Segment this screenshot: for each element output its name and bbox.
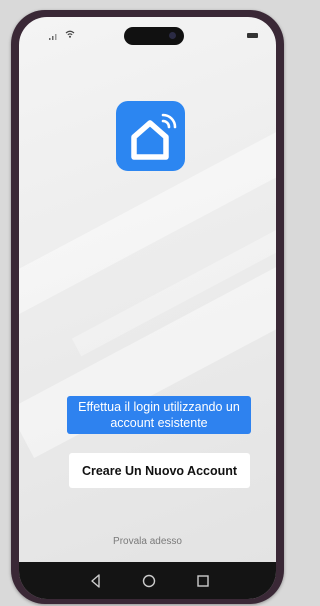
battery-icon	[247, 33, 258, 38]
signal-icon	[49, 34, 57, 40]
app-logo	[116, 101, 185, 171]
page-background: Effettua il login utilizzando un account…	[0, 0, 294, 606]
create-account-button[interactable]: Creare Un Nuovo Account	[69, 453, 250, 488]
try-now-link[interactable]: Provala adesso	[19, 536, 276, 547]
home-icon[interactable]	[140, 572, 158, 590]
camera-notch	[124, 27, 184, 45]
login-existing-account-button[interactable]: Effettua il login utilizzando un account…	[67, 396, 251, 434]
status-bar	[19, 17, 276, 47]
phone-screen: Effettua il login utilizzando un account…	[19, 17, 276, 599]
recents-icon[interactable]	[194, 572, 212, 590]
smart-home-icon	[131, 113, 177, 160]
back-icon[interactable]	[87, 572, 105, 590]
camera-icon	[169, 32, 176, 39]
wifi-icon	[65, 30, 75, 38]
navigation-bar	[19, 562, 276, 599]
